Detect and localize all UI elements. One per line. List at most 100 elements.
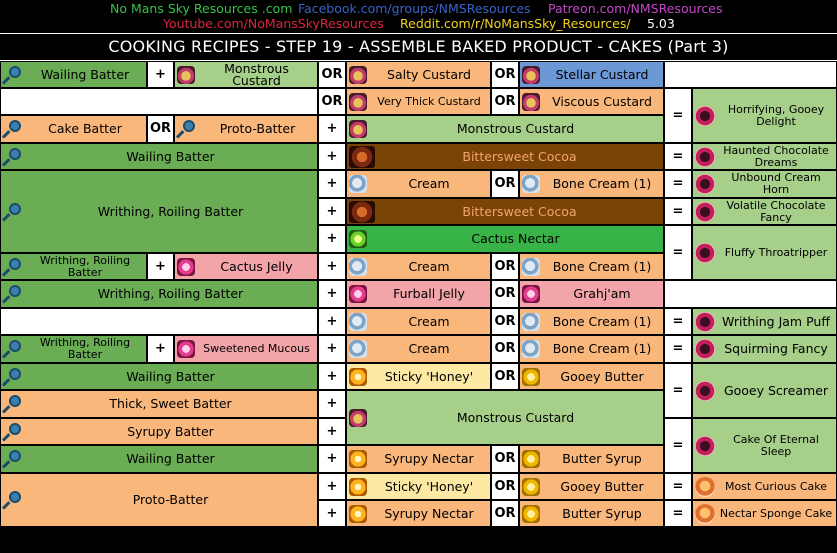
cake-icon <box>695 380 715 401</box>
nectar-icon <box>349 450 367 468</box>
ingredient-cell: Cream <box>346 170 491 198</box>
result-cell: Most Curious Cake <box>692 473 837 500</box>
or-operator: OR <box>491 253 519 280</box>
custard-icon <box>349 65 367 84</box>
ingredient-cell: Gooey Butter <box>519 363 664 390</box>
result-cell: Nectar Sponge Cake <box>692 500 837 527</box>
ingredient-cell: Bone Cream (1) <box>519 335 664 363</box>
recipe-sheet: No Mans Sky Resources .com Facebook.com/… <box>0 0 837 553</box>
jelly-icon <box>177 340 195 358</box>
cake-icon <box>695 503 715 524</box>
ingredient-cell: Butter Syrup <box>519 445 664 473</box>
ingredient-cell: Very Thick Custard <box>346 88 491 115</box>
plus-operator: + <box>318 143 346 170</box>
frying-pan-icon <box>3 119 23 139</box>
result-cell: Squirming Fancy <box>692 335 837 363</box>
page-title: COOKING RECIPES - STEP 19 - ASSEMBLE BAK… <box>0 33 837 61</box>
cocoa-icon <box>349 200 375 223</box>
jelly-icon <box>349 285 367 303</box>
ingredient-cell: Writhing, Roiling Batter <box>0 170 318 253</box>
jelly-icon <box>522 285 540 303</box>
frying-pan-icon <box>3 367 23 387</box>
custard-icon <box>349 408 367 427</box>
ingredient-cell: Thick, Sweet Batter <box>0 390 318 418</box>
result-cell: Cake Of Eternal Sleep <box>692 418 837 473</box>
ingredient-cell: Wailing Batter <box>0 363 318 390</box>
ingredient-cell: Sticky 'Honey' <box>346 363 491 390</box>
plus-operator: + <box>147 335 174 363</box>
or-operator: OR <box>491 445 519 473</box>
frying-pan-icon <box>3 339 23 359</box>
custard-icon <box>349 92 367 111</box>
cake-icon <box>695 105 715 126</box>
equals-operator: = <box>664 198 692 225</box>
equals-operator: = <box>664 473 692 500</box>
custard-icon <box>522 92 540 111</box>
frying-pan-icon <box>3 65 23 85</box>
cake-icon <box>695 242 715 263</box>
frying-pan-icon <box>3 202 23 222</box>
result-cell: Fluffy Throatripper <box>692 225 837 280</box>
cake-icon <box>695 146 715 167</box>
ingredient-cell: Wailing Batter <box>0 61 147 88</box>
ingredient-cell: Cactus Jelly <box>174 253 318 280</box>
or-operator: OR <box>318 88 346 115</box>
plus-operator: + <box>147 61 174 88</box>
result-cell: Haunted Chocolate Dreams <box>692 143 837 170</box>
frying-pan-icon <box>177 119 197 139</box>
cream-icon <box>522 175 540 193</box>
ingredient-cell: Proto-Batter <box>0 473 318 527</box>
ingredient-cell: Bone Cream (1) <box>519 170 664 198</box>
ingredient-cell: Writhing, Roiling Batter <box>0 335 147 363</box>
honey-icon <box>349 367 367 386</box>
plus-operator: + <box>318 115 346 143</box>
custard-icon <box>177 65 195 84</box>
ingredient-cell: Sticky 'Honey' <box>346 473 491 500</box>
frying-pan-icon <box>3 422 23 442</box>
ingredient-cell: Monstrous Custard <box>174 61 318 88</box>
ingredient-cell: Sweetened Mucous <box>174 335 318 363</box>
frying-pan-icon <box>3 147 23 167</box>
empty-cell <box>0 88 318 115</box>
site-link[interactable]: No Mans Sky Resources .com <box>110 2 292 16</box>
custard-icon <box>522 65 540 84</box>
equals-operator: = <box>664 363 692 418</box>
cream-icon <box>349 340 367 358</box>
patreon-link[interactable]: Patreon.com/NMSResources <box>548 2 722 16</box>
youtube-link[interactable]: Youtube.com/NoMansSkyResources <box>163 17 384 31</box>
or-operator: OR <box>491 473 519 500</box>
frying-pan-icon <box>3 449 23 469</box>
plus-operator: + <box>318 198 346 225</box>
ingredient-cell: Bone Cream (1) <box>519 253 664 280</box>
ingredient-cell: Cactus Nectar <box>346 225 664 253</box>
ingredient-cell: Proto-Batter <box>174 115 318 143</box>
honey-icon <box>349 477 367 496</box>
plus-operator: + <box>318 500 346 527</box>
butter-icon <box>522 477 540 496</box>
or-operator: OR <box>491 170 519 198</box>
custard-icon <box>349 120 367 138</box>
ingredient-cell: Syrupy Nectar <box>346 445 491 473</box>
plus-operator: + <box>318 445 346 473</box>
result-cell: Gooey Screamer <box>692 363 837 418</box>
ingredient-cell: Gooey Butter <box>519 473 664 500</box>
ingredient-cell: Cream <box>346 335 491 363</box>
equals-operator: = <box>664 418 692 473</box>
equals-operator: = <box>664 143 692 170</box>
or-operator: OR <box>491 500 519 527</box>
reddit-link[interactable]: Reddit.com/r/NoMansSky_Resources/ <box>400 17 631 31</box>
result-cell: Horrifying, Gooey Delight <box>692 88 837 143</box>
cake-icon <box>695 174 715 194</box>
equals-operator: = <box>664 335 692 363</box>
plus-operator: + <box>318 280 346 308</box>
butter-icon <box>522 450 540 468</box>
version-label: 5.03 <box>647 16 675 31</box>
cream-icon <box>522 257 540 276</box>
frying-pan-icon <box>3 284 23 304</box>
ingredient-cell: Salty Custard <box>346 61 491 88</box>
facebook-link[interactable]: Facebook.com/groups/NMSResources <box>298 2 531 16</box>
result-cell: Unbound Cream Horn <box>692 170 837 198</box>
ingredient-cell: Cream <box>346 253 491 280</box>
plus-operator: + <box>147 253 174 280</box>
empty-cell <box>664 61 837 88</box>
